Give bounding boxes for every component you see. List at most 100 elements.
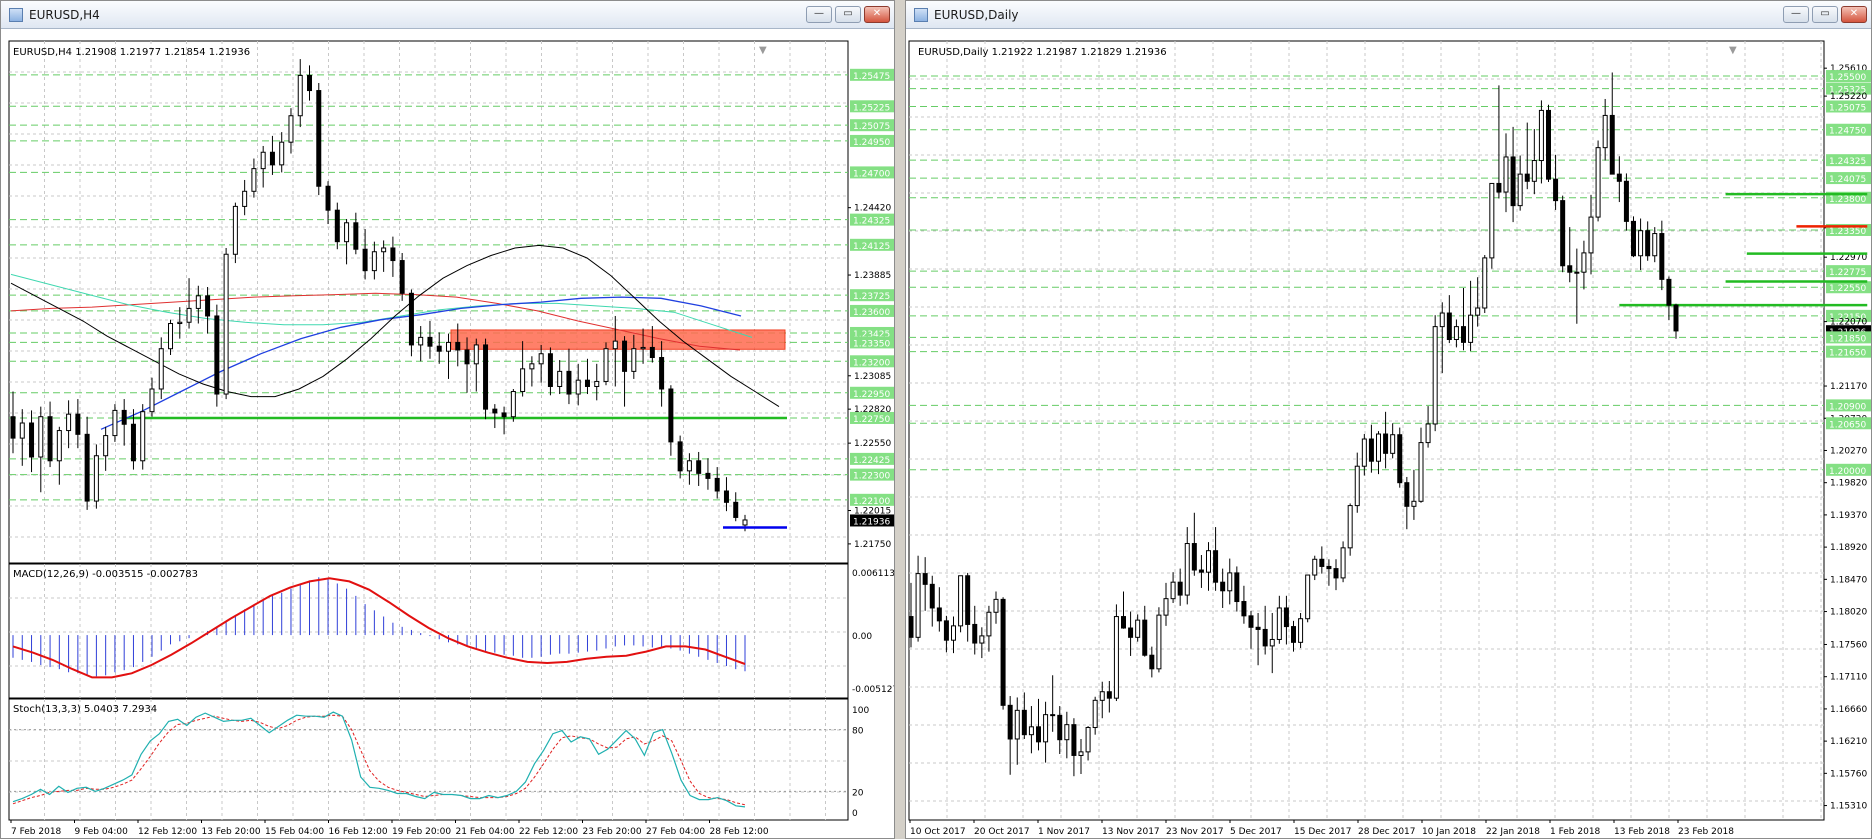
candle-bear [1128, 627, 1134, 638]
candle-bear [399, 260, 405, 294]
candle-bear [1397, 434, 1403, 484]
time-label: 22 Feb 12:00 [519, 827, 578, 837]
price-tick-label: 1.17110 [1830, 673, 1867, 683]
price-tick-label: 1.23085 [854, 372, 891, 382]
price-level-label: 1.20650 [1829, 420, 1866, 430]
candle-bull [1014, 709, 1020, 740]
candle-bull [529, 363, 535, 370]
time-label: 20 Oct 2017 [974, 827, 1030, 837]
candle-bear [1553, 178, 1559, 202]
candle-bear [1560, 200, 1566, 267]
price-tick-label: 1.19370 [1830, 511, 1867, 521]
candle-bull [371, 251, 377, 272]
chart-window-daily[interactable]: EURUSD,Daily — ▭ ✕ 1.25610 1.25500 1.25325… [905, 0, 1872, 839]
candle-bear [584, 379, 590, 387]
h4-chart-area[interactable]: 1.25475 1.25225 1.25075 1.24950 1.24700 1.244… [1, 29, 894, 838]
candle-bull [38, 416, 44, 458]
price-level-label: 1.21650 [1829, 349, 1866, 359]
price-level-label: 1.25075 [1829, 103, 1866, 113]
price-level-label: 1.24075 [1829, 175, 1866, 185]
candle-bear [353, 222, 359, 250]
time-label: 28 Dec 2017 [1358, 827, 1416, 837]
candle-bull [195, 295, 201, 309]
candle-bear [1283, 607, 1289, 628]
candle-bull [1376, 433, 1381, 462]
candle-bull [1170, 581, 1176, 600]
resistance-zone [450, 329, 786, 350]
candle-bull [1489, 182, 1495, 259]
candle-bear [547, 353, 553, 387]
panel-frame [8, 40, 849, 564]
restore-button[interactable]: ▭ [1812, 6, 1838, 23]
price-level-label: 1.23350 [853, 339, 890, 349]
candle-bull [1085, 727, 1091, 753]
price-level-label: 1.25225 [853, 103, 890, 113]
candle-bull [915, 573, 921, 638]
minimize-button[interactable]: — [806, 6, 832, 23]
candle-bear [390, 247, 396, 262]
time-label: 7 Feb 2018 [11, 827, 62, 837]
panel-frame [8, 563, 849, 699]
candle-bull [168, 323, 174, 350]
daily-chart-area[interactable]: 1.256101.255001.253251.252201.250751.247… [906, 29, 1871, 838]
candle-bull [1347, 505, 1353, 549]
price-level-label: 1.25500 [1829, 73, 1866, 83]
candle-bear [307, 74, 313, 92]
candle-bear [1106, 691, 1112, 699]
candle-bull [1482, 257, 1488, 309]
candle-bear [316, 90, 322, 187]
price-level-label: 1.22775 [1829, 268, 1866, 278]
close-button[interactable]: ✕ [864, 6, 890, 23]
candle-bear [1021, 709, 1027, 736]
candle-bull [1588, 216, 1594, 254]
time-label: 9 Feb 04:00 [75, 827, 129, 837]
window-title: EURUSD,Daily [934, 8, 1019, 22]
candle-bear [1333, 568, 1339, 579]
price-level-label: 1.23350 [1829, 227, 1866, 237]
candle-bear [1177, 581, 1183, 596]
candle-bull [1439, 312, 1445, 328]
price-tick-label: 1.22550 [854, 439, 891, 449]
candle-bull [1092, 699, 1098, 729]
candle-bull [473, 344, 479, 365]
chart-window-h4[interactable]: EURUSD,H4 — ▭ ✕ 1.25475 1.25225 1.25075 1.2… [0, 0, 895, 839]
close-button[interactable]: ✕ [1841, 6, 1867, 23]
chart-header: EURUSD,H4 1.21908 1.21977 1.21854 1.2193… [13, 47, 250, 58]
price-level-label: 1.23725 [853, 292, 890, 302]
candle-bear [492, 408, 498, 414]
candle-bull [1453, 326, 1459, 341]
price-level-label: 1.24950 [853, 138, 890, 148]
candle-bear [10, 416, 16, 439]
candle-bear [972, 623, 978, 644]
chart-window-icon [914, 8, 928, 22]
candle-bull [1043, 714, 1049, 743]
candle-bear [1057, 714, 1063, 741]
chart-header: EURUSD,Daily 1.21922 1.21987 1.21829 1.2… [918, 47, 1167, 58]
candle-bear [483, 344, 489, 410]
candle-bull [1156, 614, 1162, 670]
candle-bear [1291, 626, 1296, 643]
candle-bull [1581, 252, 1587, 273]
candle-bear [723, 490, 729, 503]
title-bar[interactable]: EURUSD,H4 — ▭ ✕ [1, 1, 894, 29]
candle-bear [1071, 724, 1077, 756]
candle-bull [1099, 691, 1105, 701]
restore-button[interactable]: ▭ [835, 6, 861, 23]
macd-axis-label: 0.006113 [852, 569, 894, 579]
minimize-button[interactable]: — [1783, 6, 1809, 23]
candle-bear [1461, 326, 1466, 343]
candle-bear [325, 185, 331, 211]
candle-bear [1241, 601, 1247, 617]
candle-bull [1595, 147, 1601, 218]
candle-bear [714, 477, 720, 492]
title-bar[interactable]: EURUSD,Daily — ▭ ✕ [906, 1, 1871, 29]
candle-bull [418, 336, 424, 346]
candle-bear [1404, 482, 1410, 507]
candle-bull [631, 348, 637, 372]
candle-bull [1305, 574, 1311, 620]
candle-bear [1546, 109, 1551, 180]
price-level-label: 1.20000 [1829, 467, 1866, 477]
candle-bull [1298, 618, 1304, 643]
price-tick-label: 1.24420 [854, 204, 891, 214]
time-label: 23 Feb 2018 [1678, 827, 1734, 837]
